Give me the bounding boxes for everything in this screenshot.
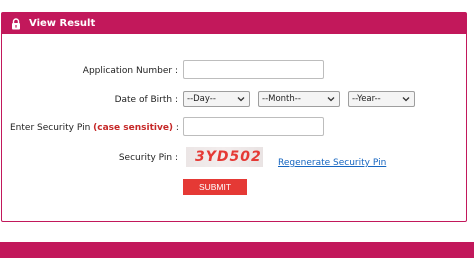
dob-year-select[interactable]: --Year--: [348, 91, 415, 107]
captcha-image: 3YD502: [186, 147, 263, 167]
security-pin-label: Security Pin :: [118, 153, 178, 163]
regenerate-security-pin-link[interactable]: Regenerate Security Pin: [278, 158, 386, 168]
dob-month-select[interactable]: --Month--: [258, 91, 340, 107]
lock-icon: [12, 17, 20, 29]
panel-header: View Result: [2, 13, 466, 34]
security-pin-input[interactable]: [183, 117, 324, 136]
enter-security-pin-label: Enter Security Pin (case sensitive) :: [10, 123, 179, 133]
chevron-down-icon: [327, 97, 335, 102]
page-title: View Result: [29, 18, 96, 29]
submit-button[interactable]: SUBMIT: [183, 179, 247, 195]
footer-banner: [0, 242, 474, 258]
application-number-input[interactable]: [183, 60, 324, 79]
chevron-down-icon: [402, 97, 410, 102]
case-sensitive-note: (case sensitive): [93, 123, 174, 133]
application-number-label: Application Number :: [82, 66, 178, 76]
dob-day-select[interactable]: --Day--: [183, 91, 250, 107]
chevron-down-icon: [237, 97, 245, 102]
date-of-birth-label: Date of Birth :: [114, 95, 178, 105]
